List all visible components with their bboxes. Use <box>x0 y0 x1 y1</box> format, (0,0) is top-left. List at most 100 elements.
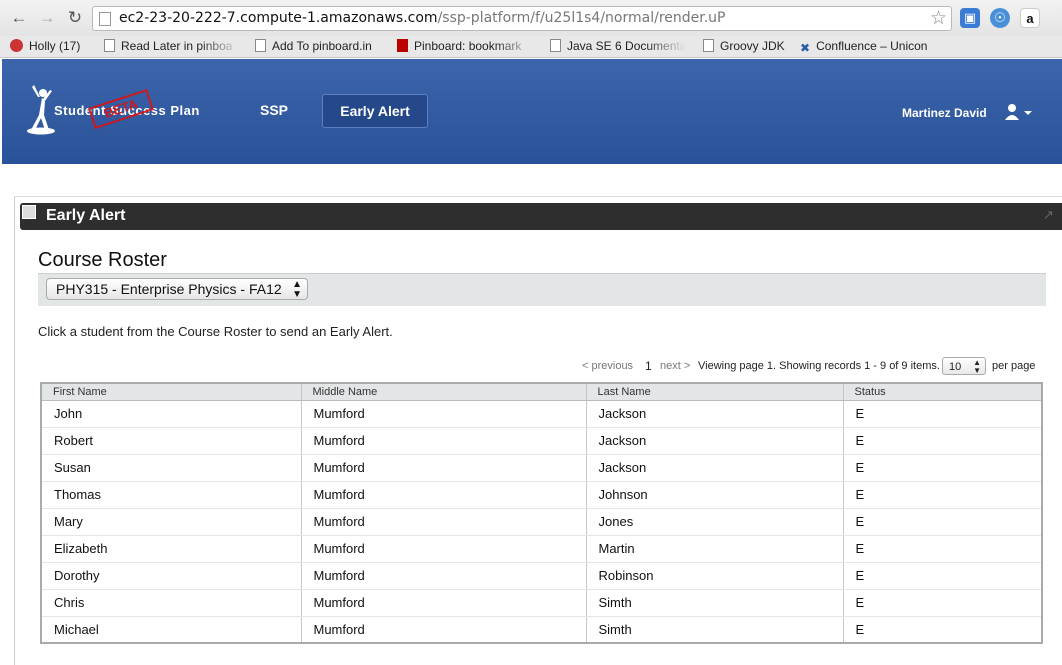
cell-middle-name: Mumford <box>301 616 587 643</box>
cell-last-name: Jackson <box>586 454 844 482</box>
course-select[interactable]: PHY315 - Enterprise Physics - FA12 ▲ ▼ <box>46 278 308 300</box>
select-arrows-icon: ▲ ▼ <box>292 279 302 300</box>
cell-last-name: Simth <box>586 589 844 617</box>
table-row[interactable]: Susan Mumford Jackson E <box>41 454 1043 482</box>
nav-ssp[interactable]: SSP <box>260 102 288 118</box>
cell-first-name: Robert <box>41 427 302 455</box>
instruction-text: Click a student from the Course Roster t… <box>38 324 393 339</box>
amazon-icon[interactable]: a <box>1020 8 1040 28</box>
url-text: ec2-23-20-222-7.compute-1.amazonaws.com/… <box>119 10 726 26</box>
cell-last-name: Johnson <box>586 481 844 509</box>
extension-icon[interactable]: ▣ <box>960 8 980 28</box>
cell-middle-name: Mumford <box>301 454 587 482</box>
column-header-first-name[interactable]: First Name <box>41 383 302 401</box>
cell-last-name: Martin <box>586 535 844 563</box>
cell-middle-name: Mumford <box>301 562 587 590</box>
select-arrows-icon: ▲ ▼ <box>973 358 981 375</box>
cell-middle-name: Mumford <box>301 508 587 536</box>
portlet-titlebar <box>20 203 1062 230</box>
bookmark-add-pinboard[interactable]: Add To pinboard.in <box>255 39 385 55</box>
column-header-last-name[interactable]: Last Name <box>586 383 844 401</box>
user-menu-icon[interactable] <box>1003 103 1033 123</box>
portlet-title: Early Alert <box>46 207 126 224</box>
holly-icon <box>10 39 23 52</box>
page-icon <box>255 39 266 52</box>
table-row[interactable]: Robert Mumford Jackson E <box>41 427 1043 455</box>
page-icon <box>99 12 111 26</box>
browser-toolbar: ← → ↻ ec2-23-20-222-7.compute-1.amazonaw… <box>0 0 1062 36</box>
cell-first-name: Susan <box>41 454 302 482</box>
roster-table: First Name Middle Name Last Name Status … <box>40 382 1043 644</box>
cell-status: E <box>843 562 1043 590</box>
page-icon <box>550 39 561 52</box>
beta-stamp: BETA <box>88 88 154 130</box>
pinboard-icon <box>397 39 408 52</box>
page-icon <box>703 39 714 52</box>
address-bar[interactable]: ec2-23-20-222-7.compute-1.amazonaws.com/… <box>92 6 952 31</box>
page-size-select[interactable]: 10 ▲ ▼ <box>942 357 986 375</box>
back-icon[interactable]: ← <box>8 7 30 29</box>
cell-first-name: Thomas <box>41 481 302 509</box>
cell-last-name: Jackson <box>586 427 844 455</box>
paging-info: Viewing page 1. Showing records 1 - 9 of… <box>698 360 940 372</box>
cell-status: E <box>843 481 1043 509</box>
cell-last-name: Simth <box>586 616 844 643</box>
cell-first-name: Elizabeth <box>41 535 302 563</box>
table-row[interactable]: Michael Mumford Simth E <box>41 616 1043 643</box>
bookmarks-bar: Holly (17) Read Later in pinboa Add To p… <box>0 36 1062 58</box>
page-number[interactable]: 1 <box>645 357 652 375</box>
bookmark-groovy-jdk[interactable]: Groovy JDK <box>703 39 789 55</box>
cell-first-name: Michael <box>41 616 302 643</box>
table-row[interactable]: Thomas Mumford Johnson E <box>41 481 1043 509</box>
bookmark-java-docs[interactable]: Java SE 6 Documenta <box>550 39 686 55</box>
forward-icon[interactable]: → <box>36 7 58 29</box>
next-link[interactable]: next > <box>660 357 690 375</box>
cell-last-name: Jones <box>586 508 844 536</box>
cell-first-name: Mary <box>41 508 302 536</box>
globe-icon[interactable]: ☉ <box>990 8 1010 28</box>
bookmark-pinboard[interactable]: Pinboard: bookmark <box>397 39 535 55</box>
table-row[interactable]: John Mumford Jackson E <box>41 400 1043 428</box>
cell-middle-name: Mumford <box>301 400 587 428</box>
cell-last-name: Robinson <box>586 562 844 590</box>
bookmark-star-icon[interactable]: ☆ <box>930 8 947 30</box>
bookmark-confluence[interactable]: ✖ Confluence – Unicon <box>800 39 940 55</box>
cell-status: E <box>843 589 1043 617</box>
per-page-label: per page <box>992 360 1036 372</box>
cell-middle-name: Mumford <box>301 427 587 455</box>
cell-status: E <box>843 427 1043 455</box>
cell-middle-name: Mumford <box>301 481 587 509</box>
student-figure-icon <box>27 85 55 135</box>
cell-middle-name: Mumford <box>301 535 587 563</box>
cell-status: E <box>843 400 1043 428</box>
ssp-logo[interactable]: Student Success Plan BETA <box>26 85 226 135</box>
column-header-middle-name[interactable]: Middle Name <box>301 383 587 401</box>
cell-first-name: Chris <box>41 589 302 617</box>
previous-link[interactable]: < previous <box>582 357 633 375</box>
reload-icon[interactable]: ↻ <box>64 7 86 29</box>
cell-first-name: John <box>41 400 302 428</box>
cell-first-name: Dorothy <box>41 562 302 590</box>
nav-early-alert[interactable]: Early Alert <box>322 94 428 128</box>
cell-status: E <box>843 508 1043 536</box>
bookmark-holly[interactable]: Holly (17) <box>10 39 92 55</box>
cell-status: E <box>843 535 1043 563</box>
cell-last-name: Jackson <box>586 400 844 428</box>
cell-middle-name: Mumford <box>301 589 587 617</box>
table-header-row: First Name Middle Name Last Name Status <box>41 383 1043 401</box>
page-title: Course Roster <box>38 249 167 271</box>
portlet-options-icon[interactable] <box>22 205 36 219</box>
cell-status: E <box>843 454 1043 482</box>
page-icon <box>104 39 115 52</box>
confluence-icon: ✖ <box>800 41 811 55</box>
maximize-icon[interactable]: ↗ <box>1043 207 1054 223</box>
user-name[interactable]: Martinez David <box>902 106 987 120</box>
table-row[interactable]: Elizabeth Mumford Martin E <box>41 535 1043 563</box>
column-header-status[interactable]: Status <box>843 383 1043 401</box>
bookmark-read-later[interactable]: Read Later in pinboa <box>104 39 240 55</box>
app-header: Student Success Plan BETA SSP Early Aler… <box>2 59 1062 164</box>
cell-status: E <box>843 616 1043 643</box>
table-row[interactable]: Chris Mumford Simth E <box>41 589 1043 617</box>
table-row[interactable]: Mary Mumford Jones E <box>41 508 1043 536</box>
table-row[interactable]: Dorothy Mumford Robinson E <box>41 562 1043 590</box>
